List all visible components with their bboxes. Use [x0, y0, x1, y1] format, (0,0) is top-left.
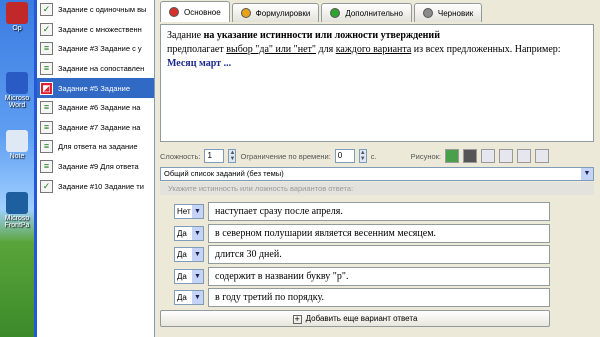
task-doc-icon: ≡: [40, 101, 53, 115]
truth-select[interactable]: Да ▼: [174, 225, 204, 241]
task-item-8[interactable]: ≡ Для ответа на задание: [37, 137, 154, 157]
answer-row: Да ▼ в северном полушарии является весенн…: [174, 223, 550, 245]
task-list: ✓ Задание с одиночным вы ✓ Задание с множе…: [37, 0, 155, 337]
task-doc-icon: ≡: [40, 62, 53, 76]
word-icon: [6, 72, 28, 94]
answers-hint: Укажите истинность или ложность варианто…: [160, 182, 594, 195]
chevron-down-icon[interactable]: ▼: [581, 168, 593, 180]
task-doc-icon: ≡: [40, 160, 53, 174]
task-item-6[interactable]: ≡ Задание #6 Задание на: [37, 98, 154, 118]
tab-wordings[interactable]: Формулировки: [231, 3, 320, 22]
desktop-icon-notepad[interactable]: Note: [2, 130, 32, 160]
task-doc-icon: ≡: [40, 140, 53, 154]
truth-select[interactable]: Да ▼: [174, 247, 204, 263]
task-item-5[interactable]: ◩ Задание #5 Задание: [37, 78, 154, 98]
picture-slot[interactable]: [535, 149, 549, 163]
truth-select[interactable]: Да ▼: [174, 268, 204, 284]
task-item-3[interactable]: ≡ Задание #3 Задание с у: [37, 39, 154, 59]
add-answer-button[interactable]: + Добавить еще вариант ответа: [160, 310, 550, 327]
answer-row: Да ▼ содержит в названии букву "р".: [174, 266, 550, 288]
truth-select[interactable]: Да ▼: [174, 290, 204, 306]
picture-slot[interactable]: [481, 149, 495, 163]
complexity-input[interactable]: 1: [204, 149, 225, 163]
task-item-9[interactable]: ≡ Задание #9 Для ответа: [37, 157, 154, 177]
tab-draft[interactable]: Черновик: [413, 3, 483, 22]
chevron-down-icon[interactable]: ▼: [192, 226, 203, 240]
opera-icon: [6, 2, 28, 24]
task-item-2[interactable]: ✓ Задание с множественн: [37, 20, 154, 40]
complexity-spinner[interactable]: ▲ ▼: [228, 149, 237, 163]
green-dot-icon: [330, 8, 341, 18]
desktop-icon-frontpage[interactable]: Microso FrontPa: [2, 192, 32, 229]
gray-dot-icon: [422, 8, 433, 18]
task-item-7[interactable]: ≡ Задание #7 Задание на: [37, 118, 154, 138]
picture-slot[interactable]: [499, 149, 513, 163]
desktop-icon-opera[interactable]: Op: [2, 2, 32, 32]
picture-slot[interactable]: [517, 149, 531, 163]
task-properties-bar: Сложность: 1 ▲ ▼ Ограничение по времени: …: [156, 147, 600, 165]
answers-list: Нет ▼ наступает сразу после апреля. Да ▼ в…: [174, 201, 550, 309]
chevron-down-icon[interactable]: ▼: [192, 291, 203, 305]
task-item-10[interactable]: ✓ Задание #10 Задание ти: [37, 176, 154, 196]
camera-icon[interactable]: [463, 149, 477, 163]
picture-add-icon[interactable]: [445, 149, 459, 163]
task-doc-icon: ≡: [40, 120, 53, 134]
answer-row: Да ▼ в году третий по порядку.: [174, 287, 550, 309]
chevron-down-icon[interactable]: ▼: [192, 205, 203, 219]
topic-select[interactable]: Общий список заданий (без темы) ▼: [160, 167, 594, 181]
truth-select[interactable]: Нет ▼: [174, 204, 204, 220]
task-check-icon: ✓: [40, 3, 53, 17]
tab-additional[interactable]: Дополнительно: [321, 3, 412, 22]
answer-row: Нет ▼ наступает сразу после апреля.: [174, 201, 550, 223]
time-limit-input[interactable]: 0: [334, 149, 355, 163]
answer-text-field[interactable]: содержит в названии букву "р".: [208, 266, 550, 286]
question-text-editor[interactable]: Задание на указание истинности или ложно…: [160, 24, 594, 142]
tab-main[interactable]: Основное: [160, 1, 230, 22]
answer-text-field[interactable]: длится 30 дней.: [208, 245, 550, 265]
task-check-icon: ✓: [40, 22, 53, 36]
tab-bar: Основное Формулировки Дополнительно Черн…: [156, 0, 600, 24]
answer-text-field[interactable]: в северном полушарии является весенним м…: [208, 223, 550, 243]
task-item-4[interactable]: ≡ Задание на сопоставлен: [37, 59, 154, 79]
notepad-icon: [6, 130, 28, 152]
red-dot-icon: [169, 7, 179, 17]
task-doc-icon: ≡: [40, 42, 53, 56]
time-limit-spinner[interactable]: ▲ ▼: [358, 149, 367, 163]
task-editor-panel: Основное Формулировки Дополнительно Черн…: [156, 0, 600, 337]
frontpage-icon: [6, 192, 28, 214]
plus-icon: +: [292, 314, 302, 324]
task-truefalse-icon: ◩: [40, 81, 53, 95]
example-text: Месяц март ...: [167, 58, 232, 69]
answer-row: Да ▼ длится 30 дней.: [174, 244, 550, 266]
task-check-icon: ✓: [40, 179, 53, 193]
window-body: ✓ Задание с одиночным вы ✓ Задание с множе…: [37, 0, 600, 337]
answer-text-field[interactable]: в году третий по порядку.: [208, 288, 550, 308]
task-item-1[interactable]: ✓ Задание с одиночным вы: [37, 0, 154, 20]
desktop-icon-word[interactable]: Microso Word: [2, 72, 32, 109]
answer-text-field[interactable]: наступает сразу после апреля.: [208, 202, 550, 222]
chevron-down-icon[interactable]: ▼: [192, 269, 203, 283]
chevron-down-icon[interactable]: ▼: [192, 248, 203, 262]
desktop-strip: Op Microso Word Note Microso FrontPa: [0, 0, 36, 337]
orange-dot-icon: [240, 8, 251, 18]
app-window: ✓ Задание с одиночным вы ✓ Задание с множе…: [34, 0, 600, 337]
